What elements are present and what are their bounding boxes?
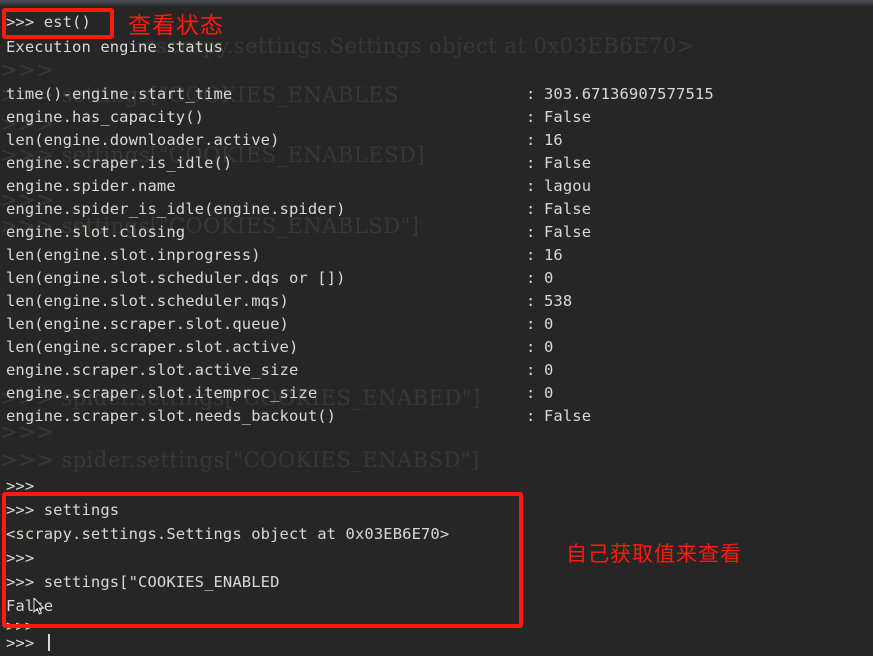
status-value: 16 [544,131,563,149]
status-colon: : [526,246,536,264]
status-value: False [544,407,592,425]
status-value: 0 [544,361,554,379]
status-colon: : [526,177,536,195]
status-value: 0 [544,315,554,333]
text-caret [48,634,50,651]
status-colon: : [526,315,536,333]
status-key: engine.slot.closing [6,223,186,241]
status-value: False [544,223,592,241]
annotation-box-settings-session [2,492,523,628]
status-colon: : [526,338,536,356]
status-value: False [544,200,592,218]
status-value: False [544,154,592,172]
status-value: 16 [544,246,563,264]
status-colon: : [526,85,536,103]
status-value: lagou [544,177,592,195]
status-key: engine.scraper.slot.itemproc_size [6,384,318,402]
status-value: 0 [544,384,554,402]
status-key: engine.scraper.is_idle() [6,154,233,172]
status-header: Execution engine status [6,38,223,56]
status-colon: : [526,223,536,241]
status-colon: : [526,269,536,287]
annotation-box-est-command [2,8,114,39]
status-colon: : [526,407,536,425]
terminal-window: <scrapy.settings.Settings object at 0x03… [0,0,873,656]
status-value: False [544,108,592,126]
status-value: 538 [544,292,573,310]
status-colon: : [526,361,536,379]
status-key: engine.spider_is_idle(engine.spider) [6,200,346,218]
status-key: len(engine.slot.inprogress) [6,246,261,264]
status-value: 0 [544,269,554,287]
status-colon: : [526,200,536,218]
status-key: len(engine.scraper.slot.active) [6,338,299,356]
status-key: engine.scraper.slot.needs_backout() [6,407,337,425]
status-key: len(engine.scraper.slot.queue) [6,315,289,333]
status-colon: : [526,108,536,126]
status-value: 0 [544,338,554,356]
status-key: engine.spider.name [6,177,176,195]
status-value: 303.67136907577515 [544,85,714,103]
mouse-cursor-icon [33,598,45,615]
status-colon: : [526,154,536,172]
status-colon: : [526,292,536,310]
status-colon: : [526,131,536,149]
annotation-label-fetch-value: 自己获取值来查看 [566,542,742,566]
status-key: len(engine.downloader.active) [6,131,280,149]
annotation-label-view-status: 查看状态 [128,13,224,39]
status-key: engine.has_capacity() [6,108,205,126]
status-colon: : [526,384,536,402]
status-key: engine.scraper.slot.active_size [6,361,299,379]
active-prompt[interactable]: >>> [6,635,34,651]
status-key: len(engine.slot.scheduler.mqs) [6,292,289,310]
status-key: len(engine.slot.scheduler.dqs or []) [6,269,346,287]
status-key: time()-engine.start_time [6,85,233,103]
